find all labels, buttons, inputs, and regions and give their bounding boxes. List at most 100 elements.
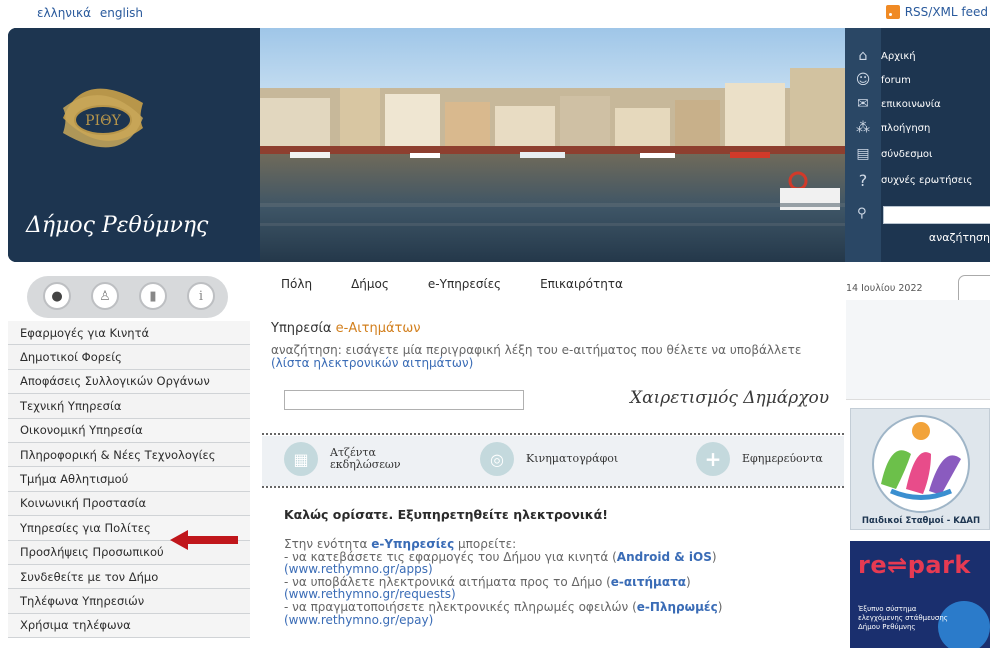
sidebar-item-service-phones[interactable]: Τηλέφωνα Υπηρεσιών [8, 589, 250, 614]
request-search-input[interactable] [284, 390, 524, 410]
quick-link-label: Ατζέντα εκδηλώσεων [330, 447, 401, 471]
kindergarten-banner[interactable]: Παιδικοί Σταθμοί - ΚΔΑΠ [850, 408, 990, 530]
quick-nav: ⌂ Αρχική ☺ forum ✉ επικοινωνία ⁂ πλοήγησ… [845, 28, 990, 262]
info-icon[interactable]: i [187, 282, 215, 310]
quick-link-pharmacies[interactable]: + Εφημερεύοντα [696, 442, 823, 476]
document-icon: ▤ [856, 146, 870, 162]
emblem-text: ΡΙΘΥ [85, 113, 121, 129]
quick-nav-sitemap[interactable]: ⁂ πλοήγηση [845, 116, 990, 140]
harbour-photo-image [260, 28, 845, 262]
right-column: Παιδικοί Σταθμοί - ΚΔΑΠ re⇌park Έξυπνο σ… [846, 300, 990, 648]
line3-end: ) [717, 599, 723, 614]
calendar-icon: ▦ [284, 442, 318, 476]
lang-english-link[interactable]: english [100, 6, 143, 20]
header-search-button[interactable]: αναζήτηση [929, 231, 990, 244]
quick-nav-label: forum [881, 74, 911, 86]
quick-nav-label: σύνδεσμοι [881, 148, 933, 160]
service-title-highlight: e-Αιτημάτων [335, 321, 421, 336]
quick-nav-forum[interactable]: ☺ forum [845, 68, 990, 92]
sitemap-icon: ⁂ [856, 120, 870, 136]
line1-end: ) [711, 549, 717, 564]
e-payments-link[interactable]: e-Πληρωμές [637, 600, 718, 614]
home-icon: ⌂ [858, 48, 868, 64]
site-logo-text: Δήμος Ρεθύμνης [26, 213, 209, 238]
tab-news[interactable]: Επικαιρότητα [540, 277, 623, 298]
sidebar-item-it[interactable]: Πληροφορική & Νέες Τεχνολογίες [8, 442, 250, 468]
repark-banner[interactable]: re⇌park Έξυπνο σύστημα ελεγχόμενης στάθμ… [850, 541, 990, 648]
dotted-divider [262, 486, 844, 488]
sidebar-icon-bar: ● ♙ ▮ i [27, 276, 228, 318]
question-icon: ? [858, 170, 868, 190]
quick-link-cinemas[interactable]: ◎ Κινηματογράφοι [480, 442, 618, 476]
e-services-text: Στην ενότητα e-Υπηρεσίες μπορείτε: - να … [284, 538, 840, 626]
welcome-heading: Καλώς ορίσατε. Εξυπηρετηθείτε ηλεκτρονικ… [284, 507, 608, 522]
request-list-link[interactable]: (λίστα ηλεκτρονικών αιτημάτων) [271, 357, 841, 370]
epay-url-link[interactable]: (www.rethymno.gr/epay) [284, 613, 840, 627]
red-arrow-icon [170, 530, 238, 550]
person-icon[interactable]: ● [43, 282, 71, 310]
bar-chart-icon[interactable]: ▮ [139, 282, 167, 310]
quick-nav-label: επικοινωνία [881, 98, 941, 110]
android-ios-link[interactable]: Android & iOS [617, 550, 712, 564]
cross-icon: + [696, 442, 730, 476]
service-title: Υπηρεσία e-Αιτημάτων [271, 321, 421, 336]
sidebar-item-social-protection[interactable]: Κοινωνική Προστασία [8, 491, 250, 517]
repark-text: Έξυπνο σύστημα ελεγχόμενης στάθμευσης Δή… [858, 605, 948, 631]
sidebar-item-technical-service[interactable]: Τεχνική Υπηρεσία [8, 394, 250, 419]
quick-nav-contact[interactable]: ✉ επικοινωνία [845, 92, 990, 116]
service-description: αναζήτηση: εισάγετε μία περιγραφική λέξη… [271, 344, 841, 370]
current-date: 14 Ιουλίου 2022 [846, 283, 923, 294]
top-bar: ελληνικά english RSS/XML feed [0, 0, 990, 26]
quick-link-events[interactable]: ▦ Ατζέντα εκδηλώσεων [284, 442, 401, 476]
people-icon: ☺ [855, 72, 871, 88]
walker-icon[interactable]: ♙ [91, 282, 119, 310]
rss-label: RSS/XML feed [904, 5, 988, 19]
sidebar-item-financial-service[interactable]: Οικονομική Υπηρεσία [8, 418, 250, 443]
language-switcher: ελληνικά english [37, 6, 148, 20]
quick-nav-label: Αρχική [881, 50, 916, 62]
repark-title: re⇌park [858, 551, 971, 579]
logo-panel[interactable]: ΡΙΘΥ Δήμος Ρεθύμνης [8, 28, 260, 262]
quick-nav-label: πλοήγηση [881, 122, 931, 134]
page: ελληνικά english RSS/XML feed ΡΙΘΥ Δήμος… [0, 0, 990, 648]
service-title-prefix: Υπηρεσία [271, 321, 336, 336]
quick-nav-faq[interactable]: ? συχνές ερωτήσεις [845, 168, 990, 192]
main-content: Υπηρεσία e-Αιτημάτων αναζήτηση: εισάγετε… [262, 302, 844, 648]
sidebar-menu: Εφαρμογές για Κινητά Δημοτικοί Φορείς Απ… [8, 321, 250, 639]
municipality-emblem-icon: ΡΙΘΥ [63, 88, 143, 148]
quick-nav-links[interactable]: ▤ σύνδεσμοι [845, 142, 990, 166]
kindergarten-label: Παιδικοί Σταθμοί - ΚΔΑΠ [861, 516, 981, 526]
sidebar-item-council-decisions[interactable]: Αποφάσεις Συλλογικών Οργάνων [8, 369, 250, 395]
tab-e-services[interactable]: e-Υπηρεσίες [428, 277, 501, 298]
quick-nav-label: συχνές ερωτήσεις [881, 174, 973, 186]
sidebar-item-mobile-apps[interactable]: Εφαρμογές για Κινητά [8, 321, 250, 346]
quick-nav-home[interactable]: ⌂ Αρχική [845, 44, 990, 68]
rss-icon [885, 5, 900, 19]
cinemas-label: Κινηματογράφοι [526, 452, 619, 465]
quick-links-bar: ▦ Ατζέντα εκδηλώσεων ◎ Κινηματογράφοι + … [262, 436, 844, 486]
film-icon: ◎ [480, 442, 514, 476]
lang-greek-link[interactable]: ελληνικά [37, 6, 91, 20]
line3-text: - να πραγματοποιήσετε ηλεκτρονικές πληρω… [284, 599, 637, 614]
right-panel [846, 300, 990, 400]
sidebar-item-municipal-bodies[interactable]: Δημοτικοί Φορείς [8, 345, 250, 370]
header-search-input[interactable] [883, 206, 990, 224]
rss-feed-link[interactable]: RSS/XML feed [885, 5, 988, 19]
events-label-2: εκδηλώσεων [330, 458, 401, 471]
pharmacies-label: Εφημερεύοντα [742, 452, 823, 465]
left-sidebar: ● ♙ ▮ i Εφαρμογές για Κινητά Δημοτικοί Φ… [8, 268, 250, 648]
mail-icon: ✉ [857, 96, 869, 112]
sidebar-item-connect[interactable]: Συνδεθείτε με τον Δήμο [8, 564, 250, 590]
dotted-divider [262, 433, 844, 435]
mayor-greeting-link[interactable]: Χαιρετισμός Δημάρχου [630, 388, 829, 408]
e-requests-link[interactable]: e-αιτήματα [611, 575, 686, 589]
site-header: ΡΙΘΥ Δήμος Ρεθύμνης ⌂ Αρχική ☺ forum ✉ ε… [8, 28, 990, 262]
sidebar-item-sports[interactable]: Τμήμα Αθλητισμού [8, 467, 250, 492]
tab-municipality[interactable]: Δήμος [351, 277, 389, 298]
harbour-photo [260, 28, 845, 262]
tab-city[interactable]: Πόλη [281, 277, 312, 298]
line2-end: ) [686, 574, 691, 589]
sidebar-item-useful-phones[interactable]: Χρήσιμα τηλέφωνα [8, 613, 250, 639]
main-nav-tabs: Πόλη Δήμος e-Υπηρεσίες Επικαιρότητα [262, 268, 842, 298]
kindergarten-logo-icon [872, 415, 970, 513]
